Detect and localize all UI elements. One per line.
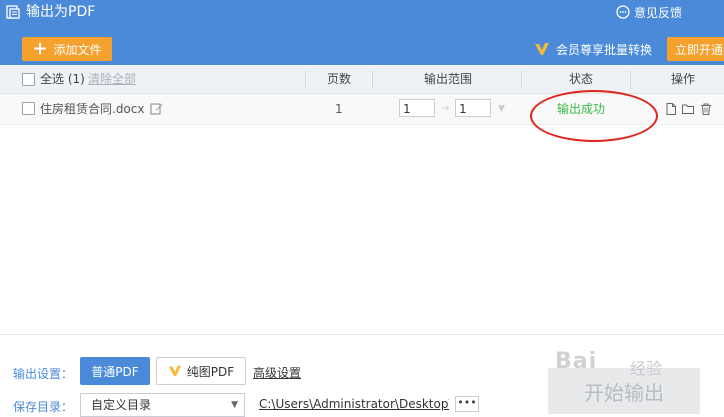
annotation-circle: [530, 90, 658, 142]
save-dir-select[interactable]: 自定义目录 ▼: [80, 393, 245, 417]
folder-icon[interactable]: [682, 103, 694, 115]
vip-promo-label: 会员尊享批量转换: [556, 42, 653, 57]
save-dir-value: 自定义目录: [91, 398, 152, 412]
column-actions: 操作: [671, 72, 696, 86]
title-bar: 输出为PDF 意见反馈 + 添加文件 会员尊享批量转换 立即开通: [0, 0, 724, 65]
chat-bubble-icon: [616, 5, 630, 19]
page-count: 1: [335, 102, 343, 116]
file-name: 住房租赁合同.docx: [40, 102, 145, 116]
clear-all-link[interactable]: 清除全部: [88, 66, 136, 93]
row-checkbox[interactable]: [22, 102, 35, 115]
table-header: 全选 (1) 清除全部 页数 输出范围 状态 操作: [0, 66, 724, 94]
vip-batch-promo[interactable]: 会员尊享批量转换: [534, 39, 652, 59]
range-from-input[interactable]: 1: [399, 99, 435, 117]
trash-icon[interactable]: [700, 103, 712, 115]
add-file-button[interactable]: + 添加文件: [22, 37, 112, 61]
arrow-right-icon: →: [441, 103, 450, 114]
open-vip-button[interactable]: 立即开通: [667, 37, 724, 61]
feedback-link[interactable]: 意见反馈: [616, 3, 682, 21]
column-status: 状态: [569, 72, 594, 86]
save-path-link[interactable]: C:\Users\Administrator\Desktop\: [259, 397, 449, 411]
range-to-input[interactable]: 1: [455, 99, 491, 117]
browse-button[interactable]: •••: [455, 396, 479, 412]
output-settings-label: 输出设置：: [13, 367, 74, 381]
select-all-checkbox[interactable]: [22, 73, 35, 86]
column-divider: [630, 71, 631, 88]
edit-icon[interactable]: [150, 102, 163, 115]
watermark-sub: 经验: [630, 359, 663, 378]
advanced-settings-link[interactable]: 高级设置: [253, 364, 301, 381]
start-output-button[interactable]: 开始输出: [548, 368, 700, 414]
app-pdf-icon: [6, 5, 20, 19]
plus-icon: +: [32, 38, 48, 59]
column-pages: 页数: [327, 72, 352, 86]
pure-image-pdf-button[interactable]: 纯图PDF: [156, 357, 246, 385]
column-divider: [305, 71, 306, 88]
vip-v-icon: [168, 365, 181, 377]
select-all-label: 全选 (1): [40, 72, 85, 86]
feedback-label: 意见反馈: [634, 5, 683, 20]
column-divider: [372, 71, 373, 88]
column-divider: [521, 71, 522, 88]
window-title: 输出为PDF: [26, 4, 96, 20]
chevron-down-icon[interactable]: ▼: [498, 94, 505, 124]
save-dir-label: 保存目录：: [13, 400, 74, 414]
chevron-down-icon: ▼: [231, 400, 238, 410]
add-file-label: 添加文件: [53, 42, 102, 57]
vip-v-icon: [535, 43, 549, 55]
divider: [0, 334, 724, 335]
column-range: 输出范围: [424, 72, 473, 86]
open-file-icon[interactable]: [665, 103, 677, 115]
normal-pdf-button[interactable]: 普通PDF: [80, 357, 150, 385]
pure-pdf-label: 纯图PDF: [186, 364, 235, 379]
watermark-logo: Bai: [555, 349, 598, 374]
